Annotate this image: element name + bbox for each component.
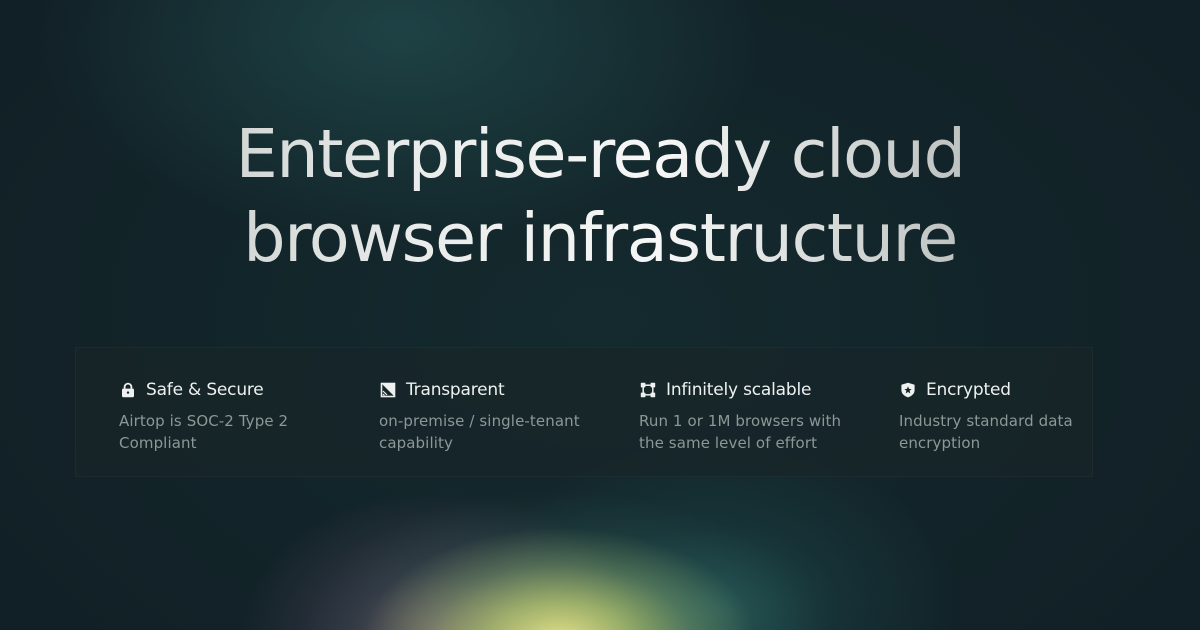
lock-icon: [119, 382, 136, 399]
feature-title: Infinitely scalable: [666, 380, 812, 400]
transparent-icon: [379, 382, 396, 399]
headline-line-2: browser infrastructure: [243, 199, 957, 277]
shield-star-icon: [899, 382, 916, 399]
hero-canvas: Enterprise-ready cloud browser infrastru…: [0, 0, 1200, 630]
headline-line-1: Enterprise-ready cloud: [235, 115, 965, 193]
background-glow-pink: [0, 0, 1200, 630]
background-glow-teal: [0, 0, 1200, 630]
feature-header: Infinitely scalable: [639, 379, 849, 401]
feature-description: Airtop is SOC-2 Type 2 Compliant: [119, 412, 289, 452]
feature-title: Encrypted: [926, 380, 1011, 400]
background-glow-warm: [0, 0, 1200, 630]
feature-description: on-premise / single-tenant capability: [379, 412, 580, 452]
feature-header: Safe & Secure: [119, 379, 329, 401]
feature-title: Safe & Secure: [146, 380, 264, 400]
hero-headline: Enterprise-ready cloud browser infrastru…: [0, 112, 1200, 280]
feature-header: Transparent: [379, 379, 589, 401]
feature-description: Industry standard data encryption: [899, 412, 1073, 452]
feature-safe-secure: Safe & Secure Airtop is SOC-2 Type 2 Com…: [119, 379, 329, 454]
feature-header: Encrypted: [899, 379, 1109, 401]
features-panel: Safe & Secure Airtop is SOC-2 Type 2 Com…: [75, 347, 1093, 477]
feature-encrypted: Encrypted Industry standard data encrypt…: [899, 379, 1109, 454]
feature-description: Run 1 or 1M browsers with the same level…: [639, 412, 842, 452]
feature-transparent: Transparent on-premise / single-tenant c…: [379, 379, 589, 454]
feature-infinitely-scalable: Infinitely scalable Run 1 or 1M browsers…: [639, 379, 849, 454]
scale-icon: [639, 382, 656, 399]
feature-title: Transparent: [406, 380, 505, 400]
